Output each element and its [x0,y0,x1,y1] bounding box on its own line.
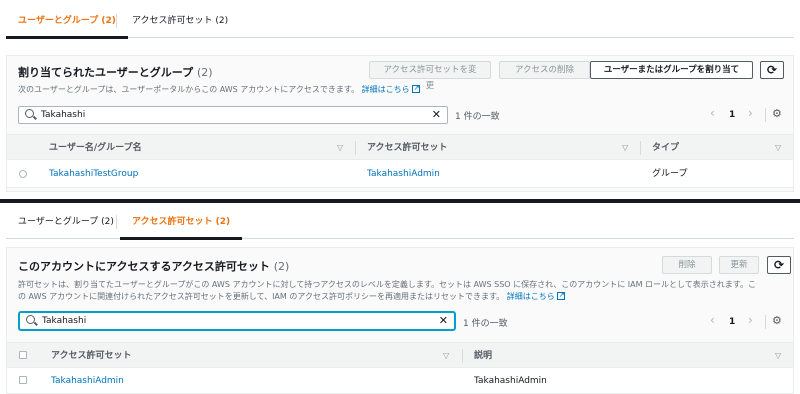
details-link[interactable]: 詳細はこちら [362,85,410,94]
details-link[interactable]: 詳細はこちら [507,292,555,301]
previous-page-icon[interactable]: ‹ [710,313,715,327]
change-permission-set-button[interactable]: アクセス許可セットを変更 [369,61,491,91]
refresh-icon: ⟳ [766,63,778,77]
column-separator[interactable] [640,141,641,155]
section-description: 許可セットは、割り当てたユーザーとグループがこの AWS アカウントに対して持つ… [18,279,798,303]
assign-users-groups-button[interactable]: ユーザーまたはグループを割り当て [590,61,753,79]
type-cell: グループ [652,169,688,179]
sort-caret-icon[interactable]: ▽ [622,135,628,161]
tab-users-groups[interactable]: ユーザーとグループ (2) [6,205,126,239]
page-number[interactable]: 1 [729,110,735,120]
clear-search-icon[interactable]: ✕ [439,314,448,327]
tab-bar: ユーザーとグループ (2) アクセス許可セット (2) [6,205,794,240]
search-value: Takahashi [41,110,86,120]
table-row[interactable]: TakahashiTestGroup TakahashiAdmin グループ [7,160,793,188]
table-header: ユーザー名/グループ名 ▽ アクセス許可セット ▽ タイプ ▽ [7,134,793,160]
search-icon [25,109,34,118]
tab-bar: ユーザーとグループ (2) アクセス許可セット (2) [6,4,794,39]
sort-caret-icon[interactable]: ▽ [775,135,781,161]
tab-permission-sets[interactable]: アクセス許可セット (2) [120,205,243,240]
previous-page-icon[interactable]: ‹ [710,106,715,120]
table-row[interactable]: TakahashiAdmin TakahashiAdmin [7,368,793,394]
remove-access-button[interactable]: アクセスの削除 [499,61,590,79]
refresh-button[interactable]: ⟳ [760,61,784,79]
update-button[interactable]: 更新 [719,256,759,274]
users-groups-panel: ユーザーとグループ (2) アクセス許可セット (2) 割り当てられたユーザーと… [0,0,800,198]
permission-sets-panel: ユーザーとグループ (2) アクセス許可セット (2) このアカウントにアクセス… [0,205,800,394]
assigned-users-container: 割り当てられたユーザーとグループ (2) 次のユーザーとグループは、ユーザーポー… [6,55,794,192]
pager-separator [765,108,766,122]
page-number[interactable]: 1 [729,317,735,327]
gear-icon[interactable]: ⚙ [772,107,782,120]
permission-set-link[interactable]: TakahashiAdmin [51,368,124,394]
gear-icon[interactable]: ⚙ [772,314,782,327]
select-all-checkbox[interactable] [19,351,27,359]
description-line-2: の AWS アカウントに関連付けられたアクセス許可セットを更新して、IAM のア… [18,292,505,301]
column-separator[interactable] [462,349,463,363]
column-header-permission-set[interactable]: アクセス許可セット [51,343,132,369]
tab-separator [116,14,117,28]
row-radio[interactable] [19,170,27,178]
description-text: 次のユーザーとグループは、ユーザーポータルからこの AWS アカウントにアクセス… [18,85,360,94]
section-title-count: (2) [196,66,213,79]
tab-users-groups[interactable]: ユーザーとグループ (2) [6,4,128,39]
column-header-permission-set[interactable]: アクセス許可セット [367,135,448,161]
external-link-icon [556,289,565,301]
match-count: 1 件の一致 [455,112,500,122]
permission-set-link[interactable]: TakahashiAdmin [367,160,440,188]
sort-caret-icon[interactable]: ▽ [337,135,343,161]
pager-separator [765,315,766,329]
next-page-icon[interactable]: › [748,313,753,327]
column-header-name[interactable]: ユーザー名/グループ名 [49,135,142,161]
column-separator[interactable] [355,141,356,155]
next-page-icon[interactable]: › [748,106,753,120]
delete-button[interactable]: 削除 [662,256,712,274]
row-checkbox[interactable] [19,376,27,384]
section-title-text: このアカウントにアクセスするアクセス許可セット [18,260,270,273]
table-header: アクセス許可セット ▽ 説明 ▽ [7,342,793,368]
section-title-text: 割り当てられたユーザーとグループ [18,66,194,79]
description-line-1: 許可セットは、割り当てたユーザーとグループがこの AWS アカウントに対して持つ… [18,280,756,289]
group-name-link[interactable]: TakahashiTestGroup [49,160,138,188]
screenshot-divider [0,199,800,203]
sort-caret-icon[interactable]: ▽ [775,343,781,369]
column-header-type[interactable]: タイプ [652,135,679,161]
clear-search-icon[interactable]: ✕ [432,108,441,121]
column-header-description[interactable]: 説明 [474,343,492,369]
search-input[interactable]: Takahashi ✕ [19,312,455,330]
match-count: 1 件の一致 [463,319,508,329]
section-title: 割り当てられたユーザーとグループ (2) [18,64,213,80]
tab-permission-sets[interactable]: アクセス許可セット (2) [120,4,240,38]
section-description: 次のユーザーとグループは、ユーザーポータルからこの AWS アカウントにアクセス… [18,82,578,96]
search-value: Takahashi [42,316,87,326]
permission-sets-container: このアカウントにアクセスするアクセス許可セット (2) 許可セットは、割り当てた… [6,247,794,394]
external-link-icon [411,82,420,94]
refresh-button[interactable]: ⟳ [767,256,791,274]
refresh-icon: ⟳ [773,258,785,272]
section-title: このアカウントにアクセスするアクセス許可セット (2) [18,258,289,274]
description-line-2-wrapper: の AWS アカウントに関連付けられたアクセス許可セットを更新して、IAM のア… [18,289,798,303]
search-input[interactable]: Takahashi ✕ [18,106,448,124]
description-cell: TakahashiAdmin [474,376,547,386]
tab-separator [116,215,117,229]
sort-caret-icon[interactable]: ▽ [443,343,449,369]
search-icon [26,315,35,324]
section-title-count: (2) [273,260,290,273]
